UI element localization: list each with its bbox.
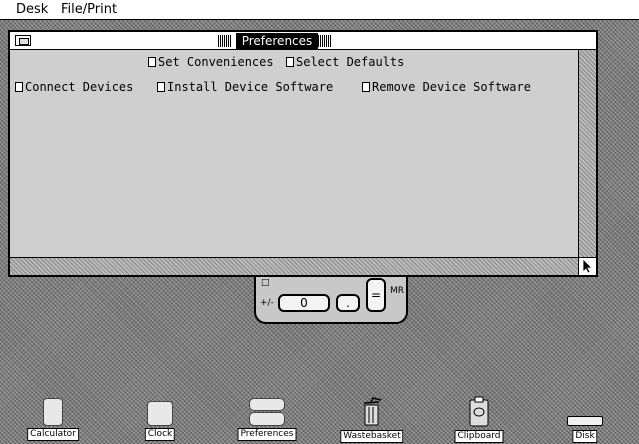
option-label: Select Defaults xyxy=(296,55,405,69)
checkbox-icon[interactable] xyxy=(157,82,165,92)
disk-icon xyxy=(567,416,603,426)
menu-bar: Desk File/Print xyxy=(0,0,639,20)
calc-label-small: □ xyxy=(261,278,270,288)
option-label: Remove Device Software xyxy=(372,80,531,94)
title-stripes-right xyxy=(318,35,332,47)
option-label: Install Device Software xyxy=(167,80,334,94)
window-content: Set Conveniences Select Defaults Connect… xyxy=(10,50,578,257)
option-install-device-software[interactable]: Install Device Software xyxy=(157,80,333,94)
option-label: Set Conveniences xyxy=(158,55,274,69)
icon-label: Wastebasket xyxy=(340,430,404,443)
preferences-window: Preferences Set Conveniences Select Defa… xyxy=(8,30,598,277)
option-select-defaults[interactable]: Select Defaults xyxy=(286,55,404,69)
calc-label-plusminus: +/- xyxy=(260,298,274,308)
clock-icon xyxy=(147,401,173,426)
desktop-icon-clock[interactable]: Clock xyxy=(140,398,180,442)
menu-desk[interactable]: Desk xyxy=(16,2,48,17)
option-remove-device-software[interactable]: Remove Device Software xyxy=(362,80,531,94)
vertical-scrollbar[interactable] xyxy=(578,50,596,257)
horizontal-scrollbar[interactable] xyxy=(10,257,578,275)
icon-label: Disk xyxy=(572,430,598,443)
checkbox-icon[interactable] xyxy=(148,57,156,67)
desktop-icon-calculator[interactable]: Calculator xyxy=(27,398,79,442)
title-stripes-left xyxy=(218,35,232,47)
preferences-icon xyxy=(249,398,285,411)
icon-label: Preferences xyxy=(237,428,297,441)
icon-label: Calculator xyxy=(27,428,79,441)
icon-label: Clipboard xyxy=(454,430,504,443)
arrow-cursor-icon xyxy=(582,258,593,274)
calc-key-dot[interactable]: . xyxy=(336,294,360,312)
wastebasket-icon xyxy=(363,397,382,426)
checkbox-icon[interactable] xyxy=(362,82,370,92)
calculator-icon xyxy=(43,398,63,426)
preferences-icon-lower xyxy=(249,412,285,426)
desktop-icon-preferences[interactable]: Preferences xyxy=(237,398,297,442)
calc-key-equals[interactable]: = xyxy=(366,278,386,312)
option-label: Connect Devices xyxy=(25,80,134,94)
desktop-icon-clipboard[interactable]: Clipboard xyxy=(454,396,504,443)
calc-label-mr: MR xyxy=(390,286,405,296)
option-set-conveniences[interactable]: Set Conveniences xyxy=(148,55,274,69)
checkbox-icon[interactable] xyxy=(15,82,23,92)
checkbox-icon[interactable] xyxy=(286,57,294,67)
menu-file-print[interactable]: File/Print xyxy=(61,2,117,17)
close-icon[interactable] xyxy=(15,35,31,46)
calc-key-0[interactable]: 0 xyxy=(278,294,330,312)
option-connect-devices[interactable]: Connect Devices xyxy=(15,80,133,94)
clipboard-icon xyxy=(469,396,489,427)
desktop-icon-disk[interactable]: Disk xyxy=(564,410,606,443)
title-bar[interactable]: Preferences xyxy=(10,32,596,50)
window-title: Preferences xyxy=(236,33,318,49)
resize-handle-icon[interactable] xyxy=(578,257,596,275)
icon-label: Clock xyxy=(144,428,176,441)
desktop-icon-wastebasket[interactable]: Wastebasket xyxy=(340,396,404,443)
